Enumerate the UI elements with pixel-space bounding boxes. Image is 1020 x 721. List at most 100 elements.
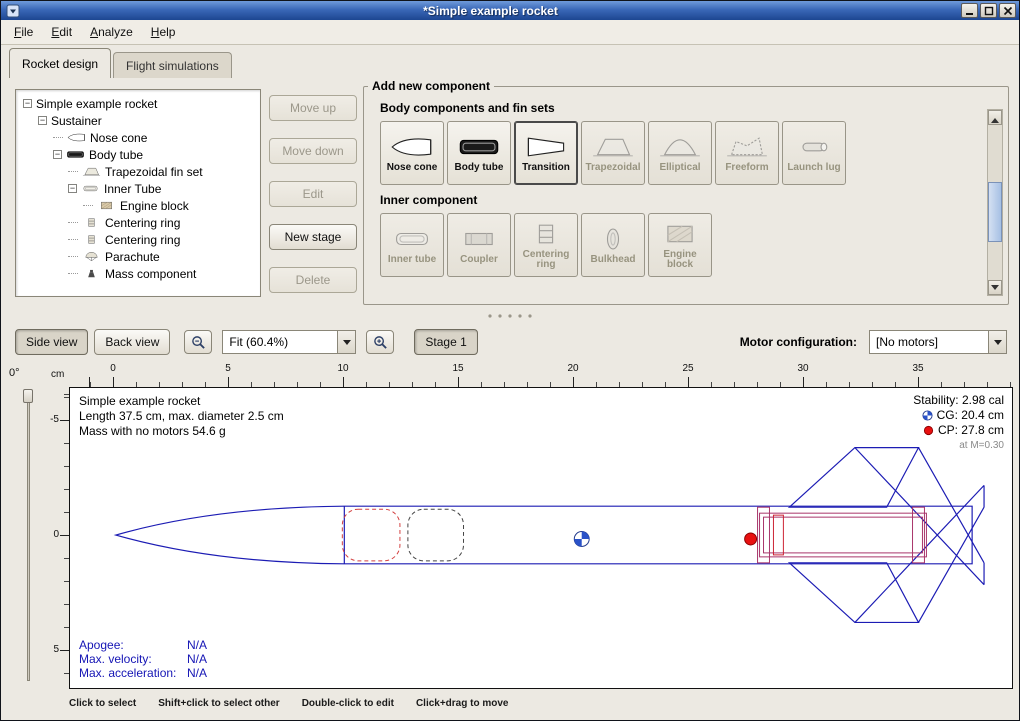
parachute-outline[interactable] — [342, 509, 400, 561]
tree-expander-icon[interactable]: − — [38, 116, 47, 125]
horizontal-ruler: 05101520253035 — [69, 363, 1013, 387]
ruler-label: 20 — [561, 363, 585, 374]
menu-help[interactable]: Help — [142, 22, 185, 43]
menu-analyze[interactable]: Analyze — [81, 22, 142, 43]
nose-cone-icon — [67, 132, 86, 143]
slider-handle[interactable] — [23, 389, 33, 403]
stability-legend: Stability: 2.98 cal CG: 20.4 cm CP: 27.8… — [913, 393, 1004, 453]
palette-button-launch-lug[interactable]: Launch lug — [782, 121, 846, 185]
engine-block-icon — [658, 221, 702, 247]
stage-1-button[interactable]: Stage 1 — [414, 329, 477, 355]
move-up-button[interactable]: Move up — [269, 95, 357, 121]
rocket-canvas[interactable]: Simple example rocketLength 37.5 cm, max… — [69, 387, 1013, 689]
stat-label: Max. acceleration: — [79, 666, 187, 680]
minimize-icon — [965, 6, 975, 16]
tree-item-centering-ring[interactable]: Centering ring — [19, 214, 257, 231]
add-component-group: Add new component Body components and fi… — [363, 79, 1009, 305]
edit-button[interactable]: Edit — [269, 181, 357, 207]
tree-item-label: Inner Tube — [104, 182, 161, 196]
rotation-slider[interactable] — [23, 389, 33, 681]
trapezoid-fin-icon — [82, 166, 101, 177]
close-button[interactable] — [999, 3, 1016, 18]
motor-configuration-select[interactable]: [No motors] — [869, 330, 1007, 354]
window-menu-icon[interactable] — [6, 4, 20, 18]
tree-item-nose-cone[interactable]: Nose cone — [19, 129, 257, 146]
cg-marker[interactable] — [574, 532, 589, 547]
zoom-in-button[interactable] — [366, 330, 394, 354]
component-tree[interactable]: −Simple example rocket−SustainerNose con… — [15, 89, 261, 297]
engine-block-icon — [97, 200, 116, 211]
magnifier-minus-icon — [191, 335, 206, 350]
delete-button[interactable]: Delete — [269, 267, 357, 293]
back-view-button[interactable]: Back view — [94, 329, 170, 355]
ruler-label: 0 — [53, 529, 59, 540]
tree-item-engine-block[interactable]: Engine block — [19, 197, 257, 214]
scrollbar-up-button[interactable] — [988, 110, 1002, 125]
palette-button-body-tube[interactable]: Body tube — [447, 121, 511, 185]
palette-button-transition[interactable]: Transition — [514, 121, 578, 185]
menu-edit[interactable]: Edit — [42, 22, 81, 43]
tree-item-label: Centering ring — [105, 216, 180, 230]
scrollbar-thumb[interactable] — [988, 182, 1002, 242]
fin-bottom[interactable] — [789, 563, 918, 623]
tree-expander-icon[interactable]: − — [68, 184, 77, 193]
maximize-button[interactable] — [980, 3, 997, 18]
palette-button-inner-tube[interactable]: Inner tube — [380, 213, 444, 277]
tree-expander-icon[interactable]: − — [23, 99, 32, 108]
splitter-handle[interactable] — [1, 309, 1019, 323]
tree-item-centering-ring[interactable]: Centering ring — [19, 231, 257, 248]
palette-button-trapezoidal[interactable]: Trapezoidal — [581, 121, 645, 185]
tree-item-parachute[interactable]: Parachute — [19, 248, 257, 265]
menu-file[interactable]: File — [5, 22, 42, 43]
palette-button-bulkhead[interactable]: Bulkhead — [581, 213, 645, 277]
tab-flight-simulations[interactable]: Flight simulations — [113, 52, 232, 78]
tree-item-inner-tube[interactable]: − Inner Tube — [19, 180, 257, 197]
minimize-button[interactable] — [961, 3, 978, 18]
tabs-row: Rocket designFlight simulations — [9, 48, 232, 78]
palette-button-elliptical[interactable]: Elliptical — [648, 121, 712, 185]
cp-icon — [923, 425, 934, 436]
engine-block-outline[interactable] — [773, 515, 783, 555]
new-stage-button[interactable]: New stage — [269, 224, 357, 250]
palette-button-label: Elliptical — [659, 163, 700, 173]
tree-item-label: Simple example rocket — [36, 97, 157, 111]
centering-ring-icon — [82, 234, 101, 245]
palette-button-centering-ring[interactable]: Centering ring — [514, 213, 578, 277]
zoom-out-button[interactable] — [184, 330, 212, 354]
mass-component-outline[interactable] — [408, 509, 464, 561]
tree-item-simple-example-rocket[interactable]: −Simple example rocket — [19, 95, 257, 112]
palette-button-freeform[interactable]: Freeform — [715, 121, 779, 185]
tree-item-body-tube[interactable]: −Body tube — [19, 146, 257, 163]
zoom-select[interactable]: Fit (60.4%) — [222, 330, 356, 354]
palette-scrollbar[interactable] — [987, 109, 1003, 296]
nose-and-body-outline[interactable] — [116, 506, 972, 564]
cp-marker[interactable] — [745, 533, 757, 545]
mach-text: at M=0.30 — [913, 438, 1004, 453]
chevron-down-icon[interactable] — [337, 331, 355, 353]
tree-item-mass-component[interactable]: Mass component — [19, 265, 257, 282]
window-titlebar[interactable]: *Simple example rocket — [1, 1, 1019, 20]
window-controls — [961, 3, 1016, 18]
palette-button-engine-block[interactable]: Engine block — [648, 213, 712, 277]
palette-button-nose-cone[interactable]: Nose cone — [380, 121, 444, 185]
tree-expander-icon[interactable]: − — [53, 150, 62, 159]
tree-connector — [68, 171, 78, 172]
arrow-up-icon — [991, 114, 999, 123]
fin-top[interactable] — [789, 448, 918, 508]
palette-button-coupler[interactable]: Coupler — [447, 213, 511, 277]
tree-item-label: Trapezoidal fin set — [105, 165, 203, 179]
motor-configuration-label: Motor configuration: — [740, 335, 857, 349]
chevron-down-icon[interactable] — [988, 331, 1006, 353]
tree-item-sustainer[interactable]: −Sustainer — [19, 112, 257, 129]
tab-rocket-design[interactable]: Rocket design — [9, 48, 111, 78]
palette-button-label: Coupler — [460, 255, 498, 265]
rocket-outline[interactable] — [116, 448, 984, 623]
tree-connector — [68, 273, 78, 274]
tree-item-trapezoidal-fin-set[interactable]: Trapezoidal fin set — [19, 163, 257, 180]
ruler-ticks — [60, 387, 69, 689]
transition-icon — [524, 134, 568, 160]
scrollbar-down-button[interactable] — [988, 280, 1002, 295]
palette-row: Inner tube Coupler Centering ringBulkheadE… — [380, 213, 1008, 277]
move-down-button[interactable]: Move down — [269, 138, 357, 164]
side-view-button[interactable]: Side view — [15, 329, 88, 355]
